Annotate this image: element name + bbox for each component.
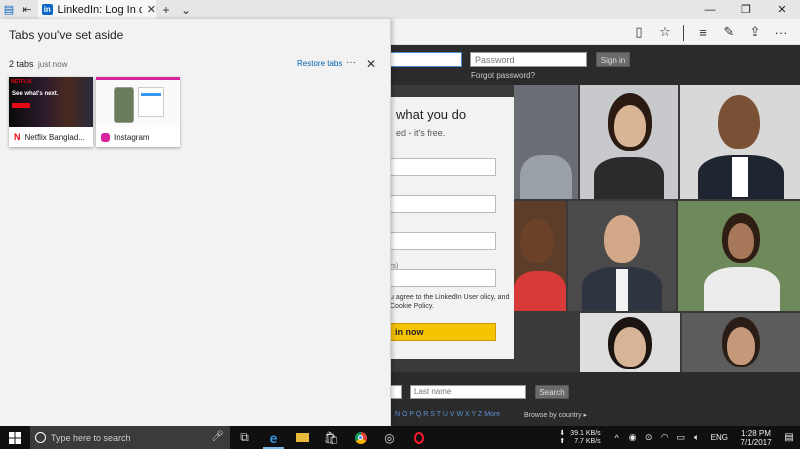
hub-icon[interactable]: ≡ <box>690 19 716 45</box>
start-button[interactable] <box>0 426 30 449</box>
taskbar: Type here to search 🎤︎ ⧉ e 🛍︎ ◎ ⬇ ⬆ 39.1 … <box>0 426 800 449</box>
tab-linkedin[interactable]: in LinkedIn: Log In or Sign ✕ <box>38 0 156 19</box>
share-icon[interactable]: ⇪ <box>742 19 768 45</box>
close-window-button[interactable]: ✕ <box>764 0 800 19</box>
join-heading: what you do <box>396 107 467 122</box>
tabs-aside-icon[interactable]: ▤ <box>0 0 18 19</box>
toolbar-divider: │ <box>679 24 689 40</box>
terms-text: u agree to the LinkedIn User olicy, and … <box>390 294 510 310</box>
linkedin-favicon-icon: in <box>42 4 53 15</box>
email-input[interactable] <box>390 52 462 67</box>
tab-strip: ▤ ⇤ in LinkedIn: Log In or Sign ✕ + ⌄ — … <box>0 0 800 19</box>
tabs-aside-panel: Tabs you've set aside 2 tabs just now Re… <box>0 19 391 426</box>
password-input[interactable]: Password <box>470 52 587 67</box>
aside-tab-label: N Netflix Banglad... <box>9 127 93 147</box>
edge-app-icon[interactable]: e <box>259 426 288 449</box>
photo-tile <box>514 85 578 199</box>
more-options-icon[interactable]: ··· <box>346 57 356 68</box>
photo-tile <box>580 85 678 199</box>
browse-by-country-link[interactable]: Browse by country ▸ <box>524 411 587 419</box>
group-timestamp: just now <box>38 60 68 69</box>
sign-in-button[interactable]: Sign in <box>596 52 630 67</box>
upload-speed: 7.7 KB/s <box>574 437 601 445</box>
system-tray: ⬇ ⬆ 39.1 KB/s 7.7 KB/s ^ ◉ ⊙ ◠ ▭ 🔈︎ ENG 1… <box>554 426 800 449</box>
remote-icon[interactable]: ⊙ <box>641 432 657 443</box>
cortana-icon <box>35 432 46 443</box>
photo-tile <box>568 201 676 311</box>
password-field[interactable] <box>390 269 496 287</box>
aside-tab-label: Instagram <box>96 127 180 147</box>
tab-group-header: 2 tabs just now Restore tabs ··· ✕ <box>0 57 391 73</box>
photo-tile <box>678 201 800 311</box>
instagram-favicon-icon <box>101 132 110 142</box>
set-tabs-aside-icon[interactable]: ⇤ <box>18 0 36 19</box>
task-view-icon[interactable]: ⧉ <box>230 426 259 449</box>
search-placeholder: Type here to search <box>51 432 131 443</box>
join-form-panel: what you do ed - it's free. rs) u agree … <box>390 97 514 359</box>
search-last-name-input[interactable]: Last name <box>410 385 526 399</box>
new-tab-button[interactable]: + <box>156 0 176 19</box>
first-name-field[interactable] <box>390 158 496 176</box>
record-icon[interactable]: ◉ <box>625 432 641 443</box>
chrome-icon[interactable] <box>346 426 375 449</box>
join-subheading: ed - it's free. <box>396 128 446 138</box>
microphone-icon[interactable]: 🎤︎ <box>211 431 224 442</box>
netflix-favicon-icon: N <box>14 132 21 142</box>
media-app-icon[interactable]: ◎ <box>375 426 404 449</box>
reading-view-icon[interactable]: ▯ <box>626 19 652 45</box>
web-note-icon[interactable]: ✎ <box>716 19 742 45</box>
taskbar-search-box[interactable]: Type here to search 🎤︎ <box>30 426 230 449</box>
search-first-name-input[interactable] <box>390 385 402 399</box>
aside-tab-title: Netflix Banglad... <box>24 132 85 142</box>
net-arrows-icon: ⬇ ⬆ <box>559 429 566 445</box>
aside-tab-instagram[interactable]: Instagram <box>96 77 180 147</box>
tab-close-icon[interactable]: ✕ <box>147 3 156 16</box>
download-speed: 39.1 KB/s <box>570 429 601 437</box>
battery-icon[interactable]: ▭ <box>673 432 689 443</box>
minimize-button[interactable]: — <box>692 0 728 19</box>
instagram-thumbnail <box>96 77 180 127</box>
more-icon[interactable]: ··· <box>768 19 794 45</box>
input-language[interactable]: ENG <box>711 433 728 442</box>
search-button[interactable]: Search <box>535 385 569 399</box>
screen: ▤ ⇤ in LinkedIn: Log In or Sign ✕ + ⌄ — … <box>0 0 800 449</box>
clock-time: 1:28 PM <box>741 428 771 438</box>
restore-tabs-link[interactable]: Restore tabs <box>297 59 342 68</box>
wifi-icon[interactable]: ◠ <box>657 432 673 443</box>
photo-tile <box>514 201 566 311</box>
remove-group-icon[interactable]: ✕ <box>366 57 376 71</box>
netflix-preview-text: See what's next. <box>12 91 59 97</box>
photo-tile <box>680 85 800 199</box>
photo-tile <box>682 313 800 372</box>
forgot-password-link[interactable]: Forgot password? <box>471 71 535 80</box>
tab-list-chevron-icon[interactable]: ⌄ <box>176 0 196 19</box>
aside-tab-title: Instagram <box>114 132 150 142</box>
nav-toolbar: ▯ ☆ │ ≡ ✎ ⇪ ··· <box>626 19 794 45</box>
clock[interactable]: 1:28 PM 7/1/2017 <box>734 429 778 447</box>
tab-count: 2 tabs <box>9 59 34 69</box>
window-controls: — ❐ ✕ <box>692 0 800 19</box>
tab-title: LinkedIn: Log In or Sign <box>57 3 142 16</box>
store-icon[interactable]: 🛍︎ <box>317 426 346 449</box>
windows-logo-icon <box>9 431 21 444</box>
panel-title: Tabs you've set aside <box>9 28 124 42</box>
email-field[interactable] <box>390 232 496 250</box>
network-speed: 39.1 KB/s 7.7 KB/s <box>570 430 600 446</box>
photo-tile <box>580 313 680 372</box>
clock-date: 7/1/2017 <box>740 437 772 447</box>
file-explorer-icon[interactable] <box>288 426 317 449</box>
volume-icon[interactable]: 🔈︎ <box>689 432 705 443</box>
favorite-star-icon[interactable]: ☆ <box>652 19 678 45</box>
action-center-icon[interactable]: ▤ <box>778 432 800 443</box>
aside-tab-netflix[interactable]: NETFLIX See what's next. N Netflix Bangl… <box>9 77 93 147</box>
netflix-wordmark: NETFLIX <box>11 79 32 85</box>
show-hidden-icons-chevron-icon[interactable]: ^ <box>609 433 625 443</box>
opera-icon[interactable] <box>404 426 433 449</box>
people-search-row: Last name Search <box>390 383 800 405</box>
netflix-thumbnail: NETFLIX See what's next. <box>9 77 93 127</box>
alphabet-directory[interactable]: N O P Q R S T U V W X Y Z More <box>395 411 500 418</box>
restore-button[interactable]: ❐ <box>728 0 764 19</box>
join-now-button[interactable]: in now <box>390 323 496 341</box>
last-name-field[interactable] <box>390 195 496 213</box>
